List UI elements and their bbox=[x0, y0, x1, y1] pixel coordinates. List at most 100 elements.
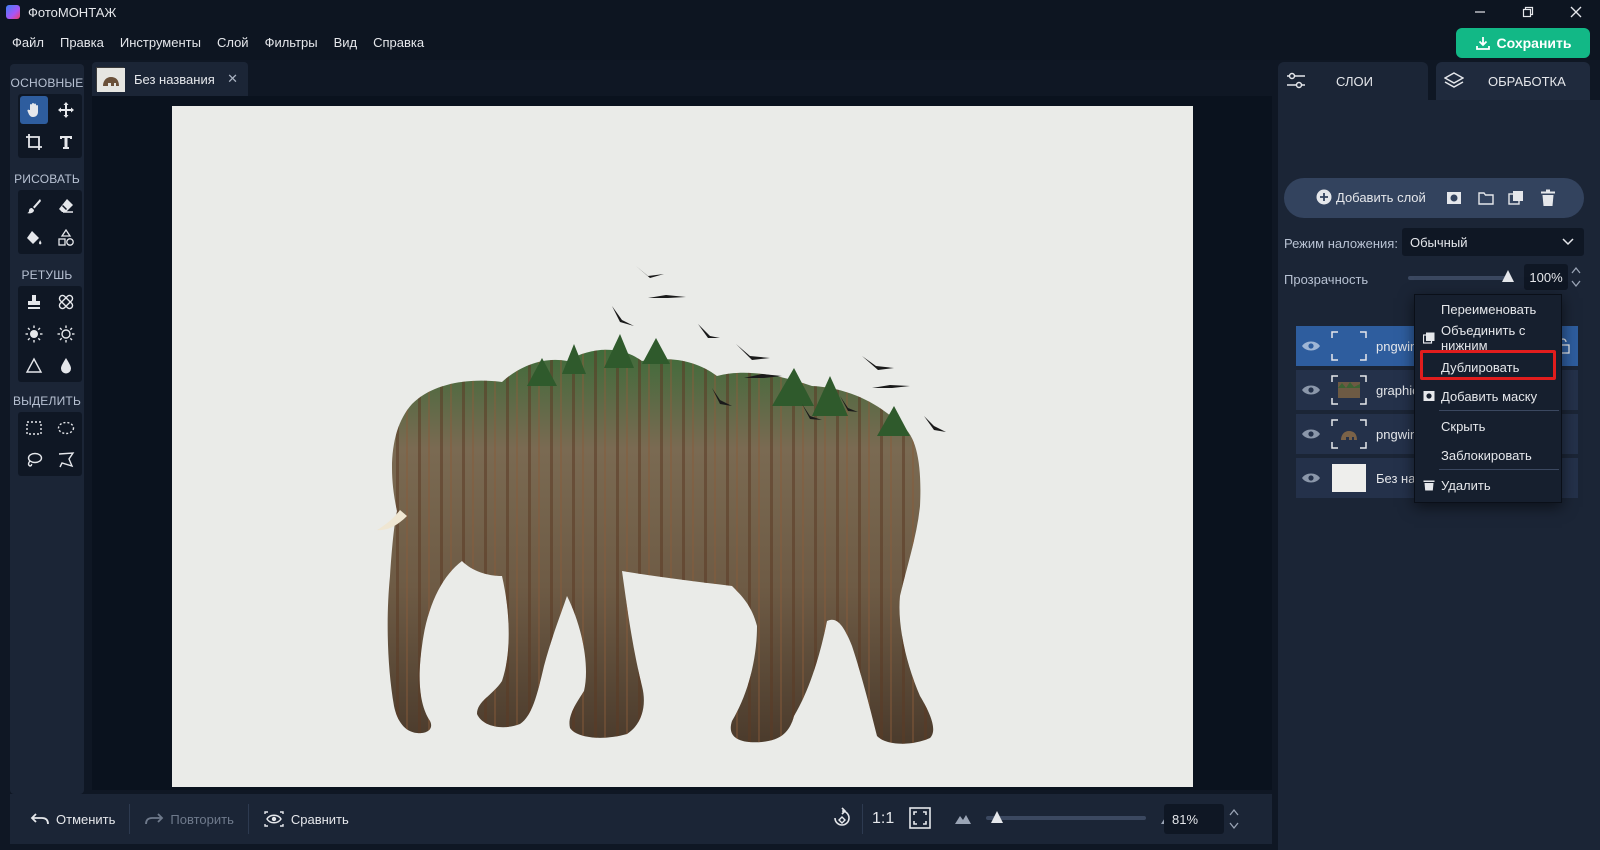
visibility-eye-icon[interactable] bbox=[1296, 384, 1326, 396]
zoom-out-icon[interactable] bbox=[954, 811, 972, 828]
zoom-value: 81% bbox=[1172, 811, 1199, 827]
layer-context-menu: Переименовать Объединить с нижним Дублир… bbox=[1414, 294, 1562, 503]
blur-tool[interactable] bbox=[52, 352, 80, 380]
document-thumbnail bbox=[96, 67, 125, 92]
blend-mode-label: Режим наложения: bbox=[1284, 236, 1398, 251]
undo-label: Отменить bbox=[56, 811, 116, 827]
lighten-tool[interactable] bbox=[20, 320, 48, 348]
duplicate-icon bbox=[1508, 191, 1523, 205]
zoom-value-field[interactable]: 81% bbox=[1164, 804, 1224, 834]
zoom-slider-handle[interactable] bbox=[991, 811, 1004, 823]
tools-section-select-title: ВЫДЕЛИТЬ bbox=[12, 394, 82, 408]
ctx-add-mask[interactable]: Добавить маску bbox=[1415, 382, 1563, 410]
layer-thumbnail bbox=[1330, 418, 1368, 450]
opacity-slider-handle[interactable] bbox=[1502, 270, 1514, 282]
redo-button[interactable]: Повторить bbox=[130, 811, 247, 827]
brush-tool[interactable] bbox=[20, 192, 48, 220]
fit-screen-button[interactable] bbox=[908, 806, 932, 833]
layer-thumbnail bbox=[1330, 374, 1368, 406]
tab-layers[interactable]: СЛОИ bbox=[1278, 62, 1428, 100]
menu-view[interactable]: Вид bbox=[326, 35, 366, 50]
text-tool[interactable] bbox=[52, 128, 80, 156]
lasso-tool[interactable] bbox=[20, 446, 48, 474]
restore-button[interactable] bbox=[1504, 0, 1552, 24]
duplicate-layer-button[interactable] bbox=[1508, 190, 1524, 209]
hand-icon bbox=[27, 103, 38, 117]
paint-bucket-icon bbox=[27, 231, 42, 245]
stamp-tool[interactable] bbox=[20, 288, 48, 316]
visibility-eye-icon[interactable] bbox=[1296, 340, 1326, 352]
close-tab-icon[interactable]: ✕ bbox=[227, 71, 238, 87]
image-canvas[interactable] bbox=[172, 106, 1193, 787]
menu-file[interactable]: Файл bbox=[4, 35, 52, 50]
visibility-eye-icon[interactable] bbox=[1296, 428, 1326, 440]
menu-tools[interactable]: Инструменты bbox=[112, 35, 209, 50]
add-layer-button[interactable]: Добавить слой bbox=[1316, 189, 1426, 205]
polygon-lasso-tool[interactable] bbox=[52, 446, 80, 474]
add-mask-button[interactable] bbox=[1446, 190, 1462, 209]
hand-tool[interactable] bbox=[20, 96, 48, 124]
save-button[interactable]: Сохранить bbox=[1456, 28, 1590, 58]
menu-edit[interactable]: Правка bbox=[52, 35, 112, 50]
compare-eye-icon bbox=[264, 811, 284, 827]
minimize-button[interactable] bbox=[1456, 0, 1504, 24]
zoom-slider[interactable] bbox=[986, 811, 1146, 823]
zoom-stepper[interactable] bbox=[1228, 806, 1240, 832]
close-window-button[interactable] bbox=[1552, 0, 1600, 24]
sun-outline-icon bbox=[57, 325, 75, 343]
document-tab-title: Без названия bbox=[134, 71, 215, 87]
ellipse-select-icon bbox=[57, 421, 75, 435]
darken-tool[interactable] bbox=[52, 320, 80, 348]
add-group-button[interactable] bbox=[1478, 190, 1494, 209]
fill-tool[interactable] bbox=[20, 224, 48, 252]
tools-section-retouch-title: РЕТУШЬ bbox=[21, 268, 73, 282]
crop-tool[interactable] bbox=[20, 128, 48, 156]
tools-group-basic bbox=[18, 94, 82, 158]
rect-select-tool[interactable] bbox=[20, 414, 48, 442]
actual-size-button[interactable]: 1:1 bbox=[872, 810, 894, 828]
trash-icon bbox=[1423, 480, 1435, 491]
layer-actions-bar: Добавить слой bbox=[1284, 178, 1584, 218]
move-icon bbox=[58, 102, 74, 118]
tab-processing[interactable]: ОБРАБОТКА bbox=[1436, 62, 1590, 100]
opacity-value-field[interactable]: 100% bbox=[1524, 264, 1568, 290]
compare-button[interactable]: Сравнить bbox=[249, 810, 363, 828]
undo-button[interactable]: Отменить bbox=[16, 811, 129, 827]
menu-help[interactable]: Справка bbox=[365, 35, 432, 50]
visibility-eye-icon[interactable] bbox=[1296, 472, 1326, 484]
tab-layers-label: СЛОИ bbox=[1336, 73, 1373, 89]
bottom-toolbar: Отменить Повторить Сравнить 1:1 81% bbox=[10, 794, 1272, 844]
rect-select-icon bbox=[26, 421, 42, 435]
eraser-tool[interactable] bbox=[52, 192, 80, 220]
ctx-separator bbox=[1439, 469, 1559, 470]
opacity-stepper[interactable] bbox=[1570, 264, 1582, 290]
ctx-merge-down[interactable]: Объединить с нижним bbox=[1415, 323, 1563, 353]
ctx-hide[interactable]: Скрыть bbox=[1415, 412, 1563, 440]
delete-layer-button[interactable] bbox=[1540, 189, 1556, 210]
tools-section-basic-title: ОСНОВНЫЕ bbox=[10, 76, 84, 90]
bandage-icon bbox=[58, 294, 74, 310]
layer-thumbnail bbox=[1330, 330, 1368, 362]
bottom-separator bbox=[862, 804, 863, 834]
rotate-button[interactable] bbox=[830, 806, 854, 833]
shapes-tool[interactable] bbox=[52, 224, 80, 252]
lasso-icon bbox=[27, 452, 43, 467]
move-tool[interactable] bbox=[52, 96, 80, 124]
brush-icon bbox=[27, 199, 41, 214]
tab-processing-label: ОБРАБОТКА bbox=[1488, 73, 1566, 89]
ellipse-select-tool[interactable] bbox=[52, 414, 80, 442]
opacity-slider[interactable] bbox=[1408, 270, 1514, 282]
text-icon bbox=[60, 136, 72, 149]
ctx-delete[interactable]: Удалить bbox=[1415, 471, 1563, 499]
blend-mode-select[interactable]: Обычный bbox=[1402, 228, 1584, 256]
healing-tool[interactable] bbox=[52, 288, 80, 316]
ctx-rename[interactable]: Переименовать bbox=[1415, 295, 1563, 323]
drop-icon bbox=[61, 358, 71, 374]
ctx-merge-down-label: Объединить с нижним bbox=[1441, 323, 1526, 353]
opacity-value: 100% bbox=[1529, 269, 1563, 285]
menu-filters[interactable]: Фильтры bbox=[257, 35, 326, 50]
ctx-lock[interactable]: Заблокировать bbox=[1415, 441, 1563, 469]
sharpen-tool[interactable] bbox=[20, 352, 48, 380]
menu-layer[interactable]: Слой bbox=[209, 35, 257, 50]
document-tab[interactable]: Без названия ✕ bbox=[92, 62, 248, 96]
